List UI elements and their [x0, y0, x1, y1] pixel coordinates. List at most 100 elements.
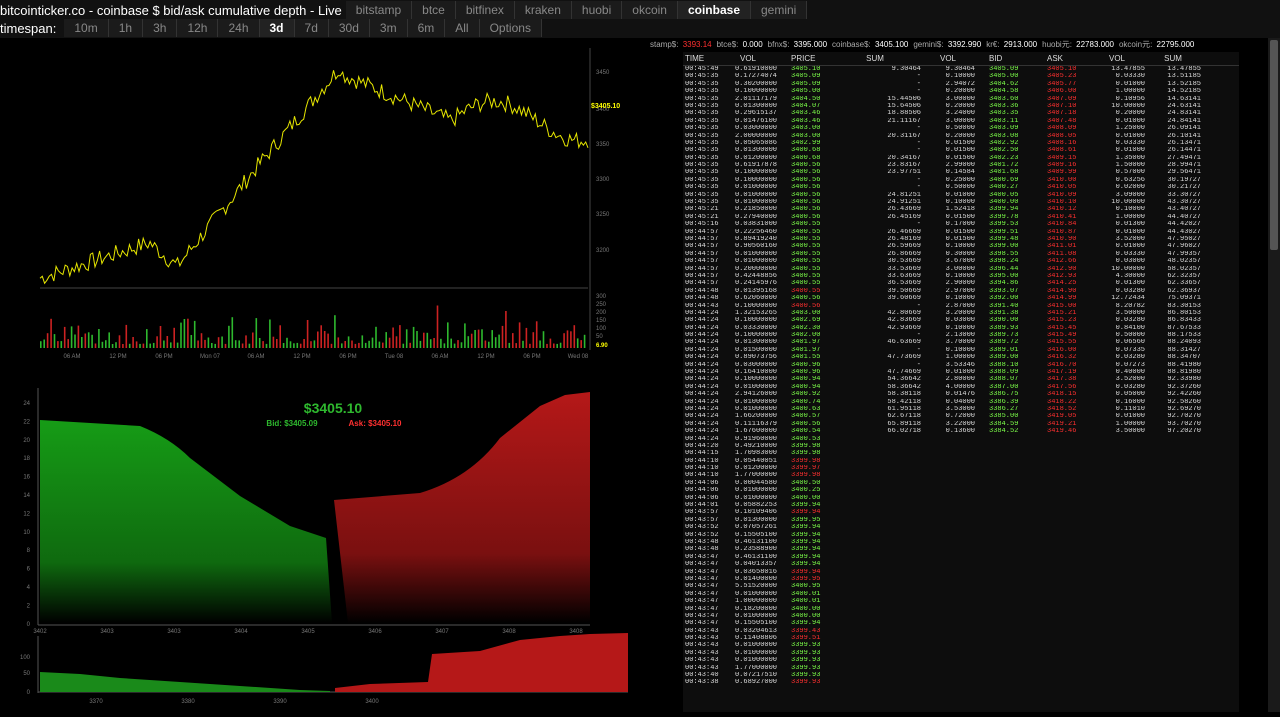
ask-sum: 44.40727	[1167, 213, 1201, 221]
depth-y-tick: 18	[23, 456, 30, 462]
bid-price: 3389.73	[989, 332, 1019, 340]
ask-sum: 26.10141	[1167, 132, 1201, 140]
ask-sum: 13.47855	[1167, 66, 1201, 73]
scrollbar-thumb[interactable]	[1270, 40, 1278, 250]
ask-volume: 1.35000	[1115, 154, 1145, 162]
trade-volume: 0.10109406	[734, 509, 777, 517]
trade-time: 00:44:24	[685, 369, 719, 377]
trade-row: 00:45:35 0.29615137 3403.46 18.88506 3.24000…	[683, 110, 1239, 117]
trade-volume: 0.27940000	[734, 213, 777, 221]
ask-price: 3412.93	[1047, 272, 1077, 280]
ask-price: 3406.00	[1047, 88, 1077, 96]
trade-price: 3400.56	[791, 302, 821, 310]
ticker-value: 22795.000	[1154, 40, 1195, 49]
trade-volume: 0.01300000	[734, 339, 777, 347]
ask-sum: 43.40727	[1167, 206, 1201, 214]
timespan-7d[interactable]: 7d	[294, 19, 329, 37]
ask-price: 3407.18	[1047, 110, 1077, 118]
volume-bar	[542, 331, 545, 348]
tab-huobi[interactable]: huobi	[571, 1, 623, 19]
volume-bar	[320, 325, 322, 348]
trade-price: 3405.09	[791, 80, 821, 88]
trade-price: 3400.63	[791, 405, 821, 413]
ask-sum: 28.99471	[1167, 162, 1201, 170]
ask-sum: 33.30727	[1167, 191, 1201, 199]
trade-volume: 1.77000000	[734, 664, 777, 672]
trade-volume: 0.30200000	[734, 80, 777, 88]
volume-bar	[467, 336, 470, 348]
trade-price: 3401.97	[791, 339, 821, 347]
ask-volume: 0.10956	[1115, 95, 1145, 103]
volume-bar	[43, 339, 45, 348]
trade-time: 00:43:47	[685, 590, 719, 598]
tab-kraken[interactable]: kraken	[514, 1, 572, 19]
tab-gemini[interactable]: gemini	[751, 1, 808, 19]
trade-volume: 0.11408806	[734, 635, 777, 643]
tab-btce[interactable]: btce	[412, 1, 456, 19]
trade-price: 3400.55	[791, 250, 821, 258]
volume-bar	[173, 327, 175, 348]
page-scrollbar[interactable]	[1268, 38, 1280, 712]
price-y-tick: 3300	[596, 177, 610, 183]
trade-time: 00:44:57	[685, 272, 719, 280]
timespan-12h[interactable]: 12h	[177, 19, 219, 37]
ask-sum: 62.33657	[1167, 280, 1201, 288]
bid-volume: 0.25000	[945, 176, 975, 184]
trade-price: 3405.09	[791, 73, 821, 81]
timespan-all[interactable]: All	[445, 19, 480, 37]
tab-bitfinex[interactable]: bitfinex	[455, 1, 515, 19]
bid-volume: 0.01000	[945, 191, 975, 199]
timespan-1h[interactable]: 1h	[108, 19, 144, 37]
ask-price: 3416.70	[1047, 361, 1077, 369]
bid-sum: 15.44506	[887, 95, 921, 103]
ask-price: 3418.52	[1047, 405, 1077, 413]
tab-bitstamp[interactable]: bitstamp	[345, 1, 413, 19]
bid-volume: 1.00000	[945, 354, 975, 362]
volume-bar	[477, 329, 480, 348]
ask-volume: 3.09000	[1115, 191, 1145, 199]
volume-bar	[108, 332, 110, 348]
depth-y-tick: 20	[23, 438, 30, 444]
trade-price: 3403.00	[791, 125, 821, 133]
trade-row: 00:45:35 0.01300000 3400.68 - 0.01500 3402.50…	[683, 147, 1239, 154]
timespan-3h[interactable]: 3h	[143, 19, 178, 37]
ticker-label: btce$:	[716, 40, 739, 49]
trade-volume: 0.03330000	[734, 324, 777, 332]
bid-volume: 3.70000	[945, 339, 975, 347]
volume-bar	[402, 343, 405, 348]
trade-volume: 0.01476100	[734, 117, 777, 125]
volume-bar	[416, 331, 418, 348]
trade-price: 3400.00	[791, 612, 821, 620]
timespan-3m[interactable]: 3m	[369, 19, 408, 37]
timespan-3d[interactable]: 3d	[259, 19, 295, 37]
bid-price: 3389.00	[989, 354, 1019, 362]
ask-volume: 4.30000	[1115, 272, 1145, 280]
tab-okcoin[interactable]: okcoin	[622, 1, 678, 19]
trade-volume: 0.01000000	[734, 405, 777, 413]
trade-time: 00:45:35	[685, 191, 719, 199]
bid-volume: 1.52418	[945, 206, 975, 214]
volume-bar	[293, 343, 295, 348]
trade-row: 00:43:43 0.01000000 3399.93	[683, 657, 1239, 664]
ask-sum: 14.52185	[1167, 88, 1201, 96]
bid-volume: 0.14584	[945, 169, 975, 177]
bid-sum: 24.91251	[887, 199, 921, 207]
volume-bar	[419, 340, 422, 348]
trade-row: 00:44:24 0.01500000 3401.97 - 0.10000 3389.01…	[683, 347, 1239, 354]
bid-volume: 0.10000	[945, 324, 975, 332]
tab-coinbase[interactable]: coinbase	[677, 1, 751, 19]
volume-bar	[317, 331, 319, 348]
volume-bar	[279, 325, 281, 348]
trade-price: 3400.74	[791, 398, 821, 406]
ask-price: 3405.23	[1047, 73, 1077, 81]
timespan-10m[interactable]: 10m	[64, 19, 109, 37]
timespan-30d[interactable]: 30d	[328, 19, 370, 37]
ask-volume: 0.03330	[1115, 139, 1145, 147]
trade-time: 00:45:21	[685, 206, 719, 214]
timespan-6m[interactable]: 6m	[407, 19, 446, 37]
ask-sum: 24.84141	[1167, 117, 1201, 125]
timespan-options[interactable]: Options	[479, 19, 542, 37]
timespan-24h[interactable]: 24h	[218, 19, 260, 37]
bid-volume: 0.04000	[945, 398, 975, 406]
volume-bar	[323, 331, 326, 348]
